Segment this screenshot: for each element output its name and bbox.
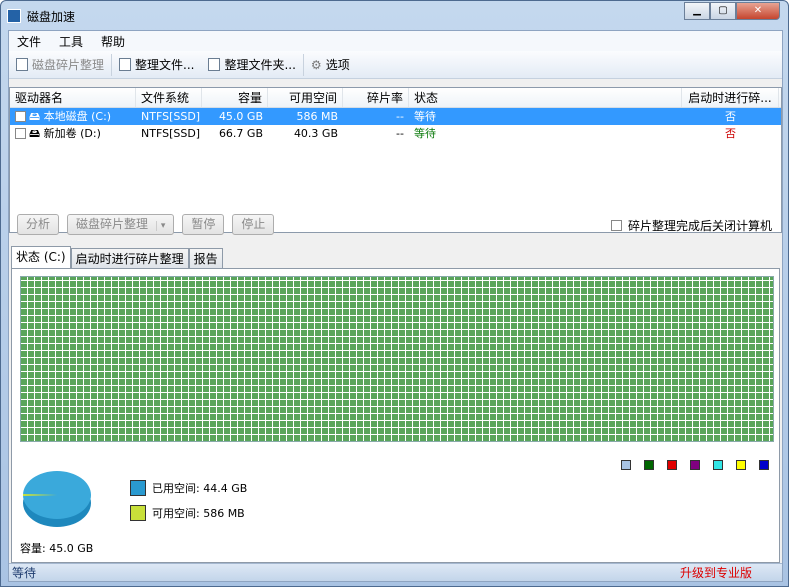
drive-boot: 否	[725, 127, 736, 140]
cluster-map	[20, 276, 774, 442]
defrag-button-label: 磁盘碎片整理	[76, 217, 149, 231]
drive-status: 等待	[414, 110, 436, 123]
drive-frag: --	[396, 110, 404, 123]
color-legend	[621, 460, 769, 470]
drive-fs: NTFS[SSD]	[141, 110, 201, 123]
drive-name: 新加卷 (D:)	[43, 127, 101, 140]
usage-pie-chart	[22, 471, 91, 527]
folder-icon	[208, 58, 221, 71]
options-button[interactable]: ⚙ 选项	[304, 53, 357, 77]
status-text: 等待	[12, 566, 37, 580]
app-window: 磁盘加速 ▁ ▢ ✕ 文件 工具 帮助 磁盘碎片整理 整理文件... 整理文件夹…	[0, 0, 789, 587]
close-button[interactable]: ✕	[736, 2, 780, 20]
col-boot[interactable]: 启动时进行碎...	[682, 88, 779, 107]
gear-icon: ⚙	[310, 57, 322, 72]
legend-swatch	[621, 460, 631, 470]
chevron-down-icon[interactable]: ▾	[155, 221, 166, 231]
stop-button[interactable]: 停止	[232, 214, 275, 235]
shutdown-checkbox[interactable]	[610, 220, 622, 231]
toolbar: 磁盘碎片整理 整理文件... 整理文件夹... ⚙ 选项	[9, 51, 782, 79]
col-frag[interactable]: 碎片率	[343, 88, 409, 107]
drive-free: 586 MB	[296, 110, 338, 123]
app-icon	[7, 9, 21, 23]
drive-fs: NTFS[SSD]	[141, 127, 201, 140]
list-header: 驱动器名 文件系统 容量 可用空间 碎片率 状态 启动时进行碎...	[10, 88, 781, 108]
defrag-folder-label: 整理文件夹...	[224, 58, 296, 72]
row-checkbox[interactable]	[15, 128, 26, 139]
tab-boot-defrag[interactable]: 启动时进行碎片整理	[70, 248, 189, 269]
window-title: 磁盘加速	[27, 9, 76, 24]
menu-help[interactable]: 帮助	[101, 33, 125, 50]
table-row[interactable]: 🖴 本地磁盘 (C:) NTFS[SSD] 45.0 GB 586 MB -- …	[10, 108, 781, 125]
col-free[interactable]: 可用空间	[268, 88, 343, 107]
legend-swatch	[713, 460, 723, 470]
pause-button[interactable]: 暂停	[182, 214, 225, 235]
shutdown-option[interactable]: 碎片整理完成后关闭计算机	[610, 217, 772, 234]
free-space-label: 可用空间: 586 MB	[152, 507, 245, 520]
legend-swatch	[736, 460, 746, 470]
defrag-split-button[interactable]: 磁盘碎片整理 ▾	[67, 214, 175, 235]
col-capacity[interactable]: 容量	[202, 88, 268, 107]
drive-status: 等待	[414, 127, 436, 140]
drive-free: 40.3 GB	[293, 127, 338, 140]
drive-icon: 🖴	[29, 110, 41, 123]
chart-icon	[16, 58, 28, 71]
legend-swatch	[690, 460, 700, 470]
defrag-toolbar-button[interactable]: 磁盘碎片整理	[9, 53, 111, 77]
shutdown-label: 碎片整理完成后关闭计算机	[627, 219, 772, 233]
maximize-button[interactable]: ▢	[710, 2, 736, 20]
minimize-button[interactable]: ▁	[684, 2, 710, 20]
file-icon	[119, 58, 132, 71]
menu-tools[interactable]: 工具	[59, 33, 83, 50]
drive-name: 本地磁盘 (C:)	[43, 110, 112, 123]
upgrade-link[interactable]: 升级到专业版	[680, 564, 752, 582]
options-label: 选项	[325, 58, 350, 72]
defrag-label: 磁盘碎片整理	[32, 58, 105, 72]
used-swatch	[130, 480, 146, 496]
tab-report[interactable]: 报告	[188, 248, 223, 269]
tab-status[interactable]: 状态 (C:)	[11, 246, 71, 269]
client-area: 文件 工具 帮助 磁盘碎片整理 整理文件... 整理文件夹... ⚙ 选项 驱动器…	[8, 30, 783, 582]
col-status[interactable]: 状态	[409, 88, 682, 107]
menu-file[interactable]: 文件	[17, 33, 41, 50]
legend-swatch	[644, 460, 654, 470]
title-bar: 磁盘加速	[7, 5, 75, 27]
used-space-label: 已用空间: 44.4 GB	[152, 482, 248, 495]
analyze-button[interactable]: 分析	[17, 214, 60, 235]
status-panel: 已用空间: 44.4 GB 可用空间: 586 MB 容量: 45.0 GB	[11, 268, 780, 563]
table-row[interactable]: 🖴 新加卷 (D:) NTFS[SSD] 66.7 GB 40.3 GB -- …	[10, 125, 781, 142]
drive-frag: --	[396, 127, 404, 140]
capacity-label: 容量: 45.0 GB	[20, 542, 94, 555]
free-swatch	[130, 505, 146, 521]
defrag-folder-button[interactable]: 整理文件夹...	[201, 53, 302, 77]
defrag-file-button[interactable]: 整理文件...	[112, 53, 201, 77]
drive-icon: 🖴	[29, 127, 41, 140]
defrag-file-label: 整理文件...	[135, 58, 195, 72]
col-fs[interactable]: 文件系统	[136, 88, 202, 107]
drive-list: 驱动器名 文件系统 容量 可用空间 碎片率 状态 启动时进行碎... 🖴 本地磁…	[9, 87, 782, 233]
legend-swatch	[667, 460, 677, 470]
menu-bar: 文件 工具 帮助	[9, 31, 782, 51]
drive-boot: 否	[725, 110, 736, 123]
status-bar: 等待 升级到专业版	[9, 563, 782, 581]
legend-swatch	[759, 460, 769, 470]
row-checkbox[interactable]	[15, 111, 26, 122]
col-drive[interactable]: 驱动器名	[10, 88, 136, 107]
drive-capacity: 66.7 GB	[218, 127, 263, 140]
drive-capacity: 45.0 GB	[218, 110, 263, 123]
